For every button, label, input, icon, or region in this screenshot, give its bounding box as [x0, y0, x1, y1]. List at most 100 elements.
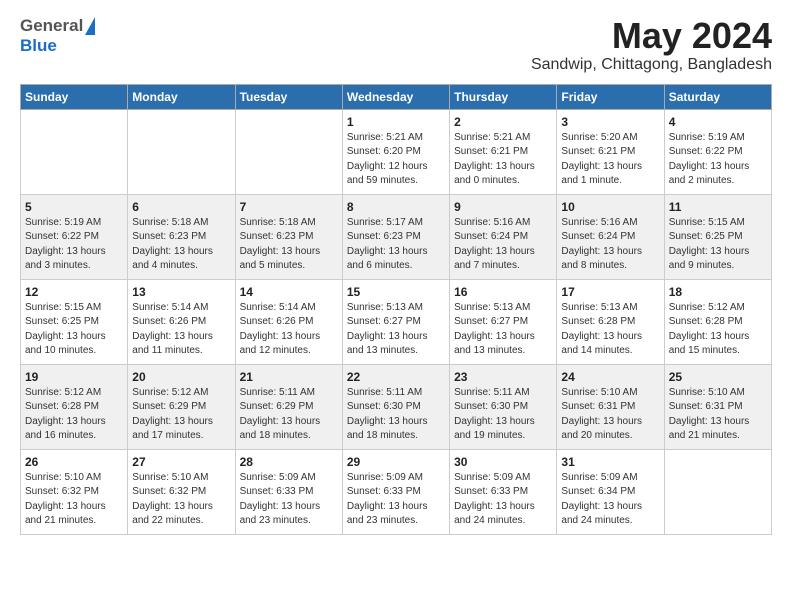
day-info: Sunrise: 5:18 AM Sunset: 6:23 PM Dayligh…: [240, 216, 338, 274]
day-number: 8: [347, 200, 445, 214]
day-number: 17: [561, 285, 659, 299]
weekday-header-sunday: Sunday: [21, 84, 128, 109]
calendar-cell: 27Sunrise: 5:10 AM Sunset: 6:32 PM Dayli…: [128, 449, 235, 534]
day-number: 18: [669, 285, 767, 299]
logo-icon: [85, 17, 95, 35]
day-number: 20: [132, 370, 230, 384]
calendar-cell: 12Sunrise: 5:15 AM Sunset: 6:25 PM Dayli…: [21, 279, 128, 364]
day-info: Sunrise: 5:10 AM Sunset: 6:32 PM Dayligh…: [25, 471, 123, 529]
day-number: 23: [454, 370, 552, 384]
calendar-cell: 4Sunrise: 5:19 AM Sunset: 6:22 PM Daylig…: [664, 109, 771, 194]
day-info: Sunrise: 5:17 AM Sunset: 6:23 PM Dayligh…: [347, 216, 445, 274]
weekday-header-tuesday: Tuesday: [235, 84, 342, 109]
day-number: 9: [454, 200, 552, 214]
calendar-cell: 25 Sunrise: 5:10 AM Sunset: 6:31 PM Dayli…: [664, 364, 771, 449]
day-number: 5: [25, 200, 123, 214]
calendar-cell: 19 Sunrise: 5:12 AM Sunset: 6:28 PM Dayli…: [21, 364, 128, 449]
day-info: Sunrise: 5:18 AM Sunset: 6:23 PM Dayligh…: [132, 216, 230, 274]
logo-blue: Blue: [20, 36, 57, 56]
weekday-header-row: SundayMondayTuesdayWednesdayThursdayFrid…: [21, 84, 772, 109]
day-info: Sunrise: 5:09 AM Sunset: 6:33 PM Dayligh…: [240, 471, 338, 529]
calendar-cell: 9 Sunrise: 5:16 AM Sunset: 6:24 PM Daylig…: [450, 194, 557, 279]
day-number: 14: [240, 285, 338, 299]
calendar-cell: 28 Sunrise: 5:09 AM Sunset: 6:33 PM Dayli…: [235, 449, 342, 534]
day-number: 25: [669, 370, 767, 384]
day-info: Sunrise: 5:12 AM Sunset: 6:28 PM Dayligh…: [669, 301, 767, 359]
week-row-1: 1Sunrise: 5:21 AM Sunset: 6:20 PM Daylig…: [21, 109, 772, 194]
weekday-header-wednesday: Wednesday: [342, 84, 449, 109]
day-number: 26: [25, 455, 123, 469]
calendar-cell: 18 Sunrise: 5:12 AM Sunset: 6:28 PM Dayli…: [664, 279, 771, 364]
day-number: 12: [25, 285, 123, 299]
day-info: Sunrise: 5:11 AM Sunset: 6:29 PM Dayligh…: [240, 386, 338, 444]
day-info: Sunrise: 5:09 AM Sunset: 6:33 PM Dayligh…: [347, 471, 445, 529]
day-number: 28: [240, 455, 338, 469]
day-info: Sunrise: 5:12 AM Sunset: 6:29 PM Dayligh…: [132, 386, 230, 444]
day-info: Sunrise: 5:13 AM Sunset: 6:28 PM Dayligh…: [561, 301, 659, 359]
day-number: 10: [561, 200, 659, 214]
day-info: Sunrise: 5:10 AM Sunset: 6:31 PM Dayligh…: [561, 386, 659, 444]
day-info: Sunrise: 5:21 AM Sunset: 6:21 PM Dayligh…: [454, 131, 552, 189]
day-info: Sunrise: 5:13 AM Sunset: 6:27 PM Dayligh…: [347, 301, 445, 359]
weekday-header-friday: Friday: [557, 84, 664, 109]
day-number: 6: [132, 200, 230, 214]
day-info: Sunrise: 5:12 AM Sunset: 6:28 PM Dayligh…: [25, 386, 123, 444]
calendar-cell: 16 Sunrise: 5:13 AM Sunset: 6:27 PM Dayli…: [450, 279, 557, 364]
calendar-cell: [235, 109, 342, 194]
calendar-cell: 2 Sunrise: 5:21 AM Sunset: 6:21 PM Daylig…: [450, 109, 557, 194]
day-info: Sunrise: 5:16 AM Sunset: 6:24 PM Dayligh…: [454, 216, 552, 274]
calendar-cell: 11Sunrise: 5:15 AM Sunset: 6:25 PM Dayli…: [664, 194, 771, 279]
calendar-cell: 21 Sunrise: 5:11 AM Sunset: 6:29 PM Dayli…: [235, 364, 342, 449]
day-number: 21: [240, 370, 338, 384]
weekday-header-saturday: Saturday: [664, 84, 771, 109]
calendar-cell: 15 Sunrise: 5:13 AM Sunset: 6:27 PM Dayli…: [342, 279, 449, 364]
day-number: 22: [347, 370, 445, 384]
day-number: 11: [669, 200, 767, 214]
day-info: Sunrise: 5:14 AM Sunset: 6:26 PM Dayligh…: [240, 301, 338, 359]
calendar-cell: 5 Sunrise: 5:19 AM Sunset: 6:22 PM Daylig…: [21, 194, 128, 279]
day-number: 16: [454, 285, 552, 299]
day-info: Sunrise: 5:20 AM Sunset: 6:21 PM Dayligh…: [561, 131, 659, 189]
day-number: 3: [561, 115, 659, 129]
day-number: 13: [132, 285, 230, 299]
calendar-cell: 30 Sunrise: 5:09 AM Sunset: 6:33 PM Dayli…: [450, 449, 557, 534]
day-info: Sunrise: 5:16 AM Sunset: 6:24 PM Dayligh…: [561, 216, 659, 274]
day-info: Sunrise: 5:11 AM Sunset: 6:30 PM Dayligh…: [347, 386, 445, 444]
calendar-cell: 1Sunrise: 5:21 AM Sunset: 6:20 PM Daylig…: [342, 109, 449, 194]
week-row-2: 5 Sunrise: 5:19 AM Sunset: 6:22 PM Daylig…: [21, 194, 772, 279]
calendar-cell: 7Sunrise: 5:18 AM Sunset: 6:23 PM Daylig…: [235, 194, 342, 279]
calendar-cell: 17 Sunrise: 5:13 AM Sunset: 6:28 PM Dayli…: [557, 279, 664, 364]
calendar-cell: 8 Sunrise: 5:17 AM Sunset: 6:23 PM Daylig…: [342, 194, 449, 279]
calendar-cell: 13Sunrise: 5:14 AM Sunset: 6:26 PM Dayli…: [128, 279, 235, 364]
day-info: Sunrise: 5:19 AM Sunset: 6:22 PM Dayligh…: [669, 131, 767, 189]
week-row-3: 12Sunrise: 5:15 AM Sunset: 6:25 PM Dayli…: [21, 279, 772, 364]
calendar-cell: 14 Sunrise: 5:14 AM Sunset: 6:26 PM Dayli…: [235, 279, 342, 364]
logo-general: General: [20, 16, 83, 36]
calendar-cell: [21, 109, 128, 194]
day-number: 30: [454, 455, 552, 469]
location: Sandwip, Chittagong, Bangladesh: [531, 56, 772, 74]
week-row-4: 19 Sunrise: 5:12 AM Sunset: 6:28 PM Dayli…: [21, 364, 772, 449]
day-info: Sunrise: 5:13 AM Sunset: 6:27 PM Dayligh…: [454, 301, 552, 359]
day-info: Sunrise: 5:10 AM Sunset: 6:31 PM Dayligh…: [669, 386, 767, 444]
calendar-cell: 31Sunrise: 5:09 AM Sunset: 6:34 PM Dayli…: [557, 449, 664, 534]
weekday-header-monday: Monday: [128, 84, 235, 109]
day-info: Sunrise: 5:09 AM Sunset: 6:33 PM Dayligh…: [454, 471, 552, 529]
day-number: 24: [561, 370, 659, 384]
calendar-cell: 20 Sunrise: 5:12 AM Sunset: 6:29 PM Dayli…: [128, 364, 235, 449]
calendar-cell: 22 Sunrise: 5:11 AM Sunset: 6:30 PM Dayli…: [342, 364, 449, 449]
calendar-cell: [664, 449, 771, 534]
calendar-cell: 6 Sunrise: 5:18 AM Sunset: 6:23 PM Daylig…: [128, 194, 235, 279]
day-info: Sunrise: 5:19 AM Sunset: 6:22 PM Dayligh…: [25, 216, 123, 274]
day-info: Sunrise: 5:21 AM Sunset: 6:20 PM Dayligh…: [347, 131, 445, 189]
title-area: May 2024 Sandwip, Chittagong, Bangladesh: [531, 16, 772, 74]
day-number: 2: [454, 115, 552, 129]
calendar-cell: 10 Sunrise: 5:16 AM Sunset: 6:24 PM Dayli…: [557, 194, 664, 279]
day-info: Sunrise: 5:09 AM Sunset: 6:34 PM Dayligh…: [561, 471, 659, 529]
day-number: 15: [347, 285, 445, 299]
month-title: May 2024: [531, 16, 772, 56]
day-number: 29: [347, 455, 445, 469]
header: General Blue May 2024 Sandwip, Chittagon…: [20, 16, 772, 74]
logo: General Blue: [20, 16, 95, 56]
day-number: 19: [25, 370, 123, 384]
